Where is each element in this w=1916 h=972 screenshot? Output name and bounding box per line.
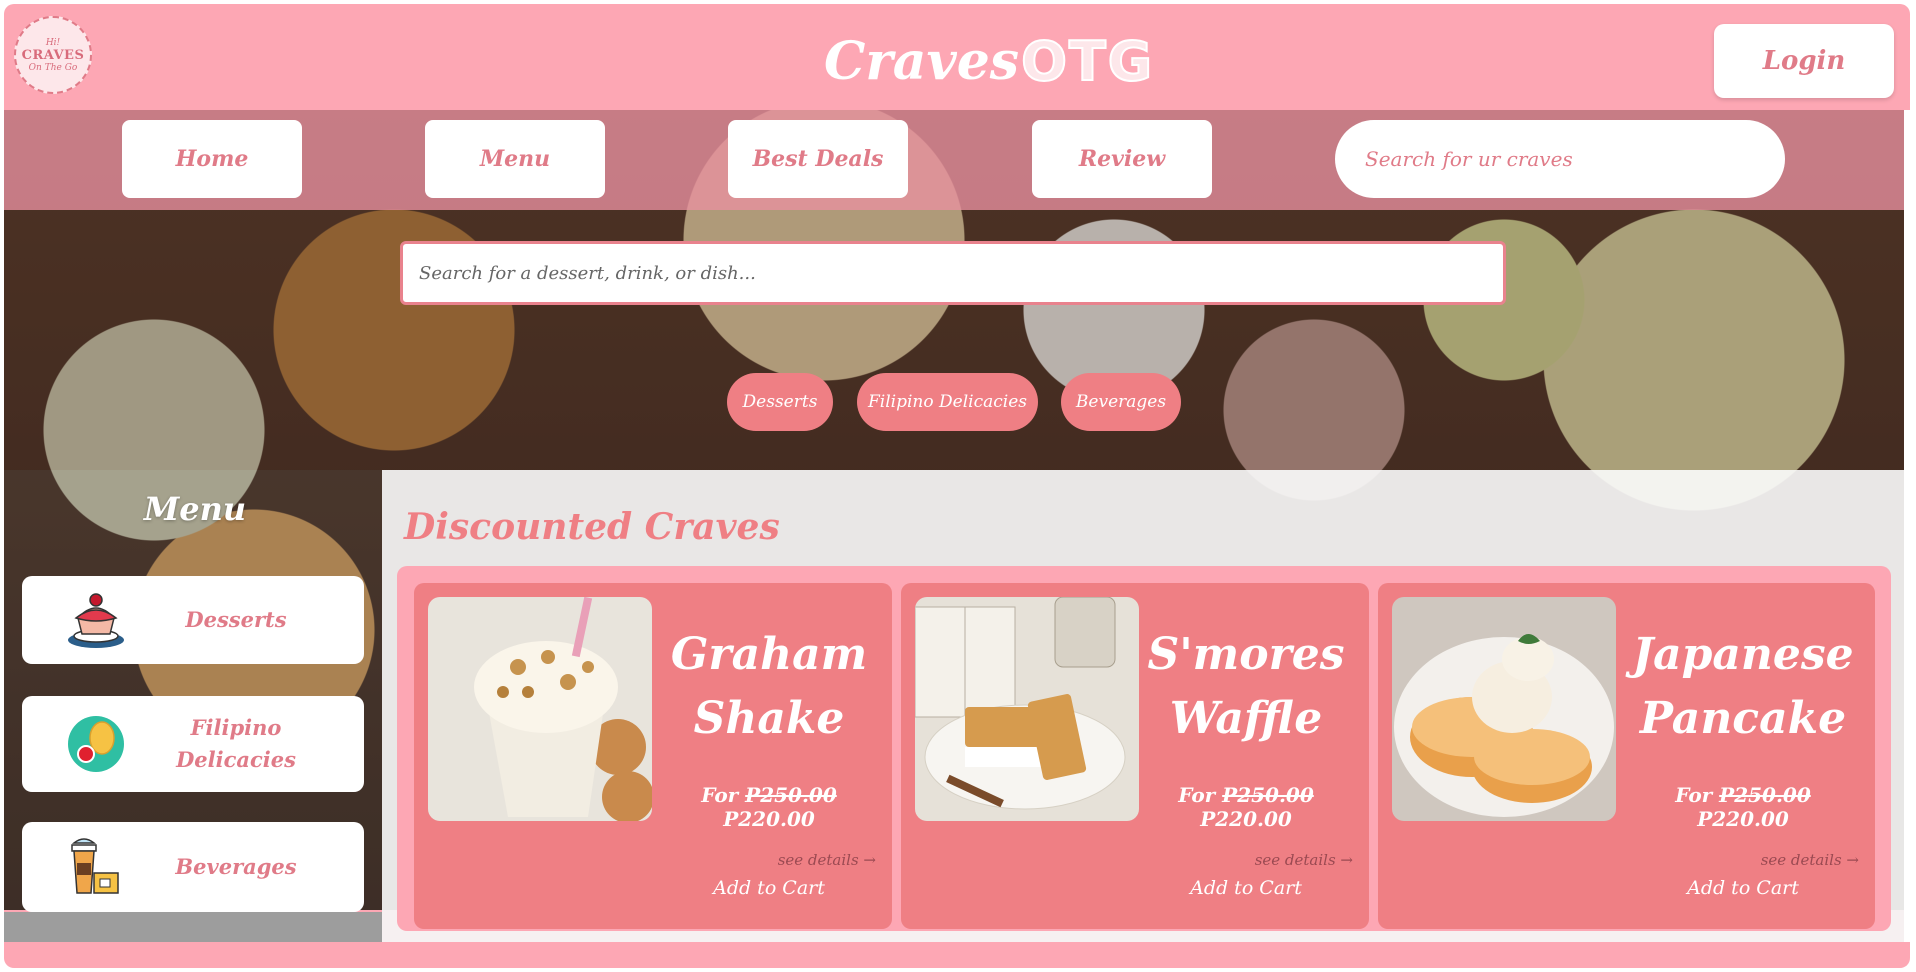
nav-best-deals-button[interactable]: Best Deals — [728, 120, 908, 198]
product-price: For P250.00 P220.00 — [664, 783, 874, 831]
discounted-title: Discounted Craves — [404, 506, 780, 548]
product-name-line: Waffle — [1169, 693, 1323, 744]
product-image-japanese-pancake — [1392, 597, 1616, 821]
add-to-cart-button[interactable]: Add to Cart — [1628, 877, 1858, 899]
product-name: Graham Shake — [664, 623, 874, 751]
product-card-japanese-pancake[interactable]: Japanese Pancake For P250.00 P220.00 see… — [1378, 583, 1875, 929]
nav-home-button[interactable]: Home — [122, 120, 302, 198]
product-image-smores-waffle — [915, 597, 1139, 821]
product-name-line: Pancake — [1639, 693, 1847, 744]
cupcake-icon — [64, 588, 128, 652]
site-logo[interactable]: Hi! CRAVES On The Go — [14, 16, 92, 94]
sidebar-footer — [4, 912, 382, 942]
product-image-graham-shake — [428, 597, 652, 821]
logo-top-text: Hi! — [45, 37, 61, 48]
product-price: For P250.00 P220.00 — [1141, 783, 1351, 831]
brand-otg-text: OTG — [1020, 29, 1155, 94]
footer-bar — [4, 942, 1724, 966]
sidebar-item-label: Beverages — [175, 854, 297, 879]
add-to-cart-button[interactable]: Add to Cart — [1141, 877, 1351, 899]
sidebar-item-filipino-delicacies[interactable]: Filipino Delicacies — [22, 696, 364, 792]
product-name-line: S'mores — [1147, 629, 1345, 680]
price-prefix: For — [1178, 783, 1216, 807]
product-name-line: Shake — [693, 693, 845, 744]
product-name: Japanese Pancake — [1628, 623, 1858, 751]
sidebar-title: Menu — [143, 490, 247, 528]
dish-search-input[interactable]: Search for a dessert, drink, or dish... — [400, 241, 1506, 305]
category-pill-desserts[interactable]: Desserts — [727, 373, 833, 431]
coffee-icon — [64, 835, 128, 899]
see-details-link[interactable]: see details → — [778, 851, 876, 869]
old-price: P250.00 — [1222, 783, 1314, 807]
product-name-line: Graham — [670, 629, 868, 680]
add-to-cart-button[interactable]: Add to Cart — [664, 877, 874, 899]
product-name: S'mores Waffle — [1141, 623, 1351, 751]
login-button[interactable]: Login — [1714, 24, 1894, 98]
nav-menu-button[interactable]: Menu — [425, 120, 605, 198]
see-details-link[interactable]: see details → — [1255, 851, 1353, 869]
see-details-link[interactable]: see details → — [1761, 851, 1859, 869]
new-price: P220.00 — [1200, 807, 1292, 831]
nav-search-input[interactable]: Search for ur craves — [1335, 120, 1785, 198]
product-price: For P250.00 P220.00 — [1628, 783, 1858, 831]
logo-main-text: CRAVES — [21, 47, 85, 63]
brand-craves-text: Craves — [824, 30, 1020, 92]
category-pill-beverages[interactable]: Beverages — [1061, 373, 1181, 431]
logo-bottom-text: On The Go — [28, 62, 78, 73]
product-card-graham-shake[interactable]: Graham Shake For P250.00 P220.00 see det… — [414, 583, 892, 929]
sidebar-item-label: Filipino Delicacies — [176, 715, 296, 772]
mango-icon — [64, 712, 128, 776]
old-price: P250.00 — [1719, 783, 1811, 807]
sidebar-item-label: Desserts — [185, 607, 287, 632]
price-prefix: For — [1675, 783, 1713, 807]
nav-review-button[interactable]: Review — [1032, 120, 1212, 198]
product-card-smores-waffle[interactable]: S'mores Waffle For P250.00 P220.00 see d… — [901, 583, 1369, 929]
category-pill-filipino-delicacies[interactable]: Filipino Delicacies — [857, 373, 1038, 431]
price-prefix: For — [701, 783, 739, 807]
new-price: P220.00 — [723, 807, 815, 831]
page-right-edge — [1904, 110, 1910, 942]
product-name-line: Japanese — [1632, 629, 1854, 680]
header: Hi! CRAVES On The Go Craves OTG Login — [4, 4, 1904, 110]
sidebar-item-desserts[interactable]: Desserts — [22, 576, 364, 664]
new-price: P220.00 — [1697, 807, 1789, 831]
brand-title: Craves OTG — [824, 26, 1154, 96]
sidebar-item-beverages[interactable]: Beverages — [22, 822, 364, 912]
old-price: P250.00 — [745, 783, 837, 807]
